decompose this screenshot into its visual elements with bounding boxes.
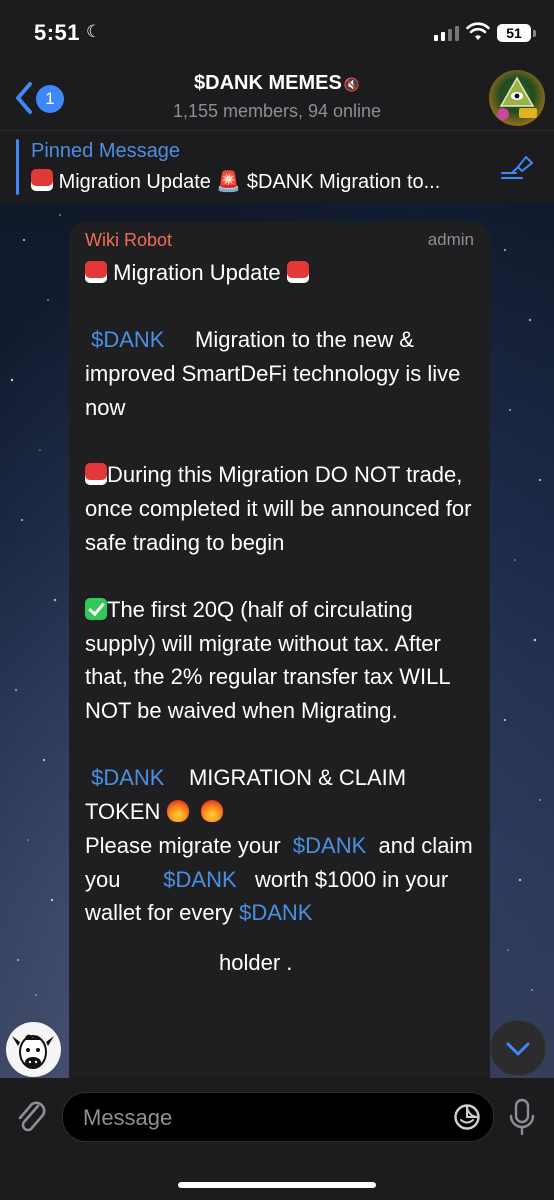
- status-bar: 5:51 ☾ 51: [0, 0, 554, 62]
- battery-level: 51: [497, 24, 531, 42]
- paragraph-6-text: holder .: [219, 950, 293, 975]
- dank-hashtag[interactable]: $DANK: [91, 327, 164, 352]
- message-paragraph-4: $DANK MIGRATION & CLAIM TOKEN: [85, 761, 481, 828]
- muted-speaker-icon: 🔇: [343, 77, 360, 92]
- message-input[interactable]: [81, 1093, 445, 1143]
- microphone-icon[interactable]: [508, 1098, 536, 1138]
- message-paragraph-2: During this Migration DO NOT trade, once…: [85, 458, 481, 559]
- chat-member-count: 1,155 members, 94 online: [172, 101, 382, 121]
- cow-avatar-icon: [12, 1034, 54, 1069]
- pinned-message-text: Migration Update 🚨 $DANK Migration to...: [58, 171, 441, 193]
- battery-tip: [533, 30, 536, 37]
- paragraph-5-text-a: Please migrate your: [85, 832, 281, 858]
- pinned-message-preview: Migration Update 🚨 $DANK Migration to...: [31, 169, 501, 194]
- do-not-disturb-moon-icon: ☾: [86, 22, 102, 41]
- message-paragraph-1: $DANK Migration to the new & improved Sm…: [85, 323, 481, 424]
- message-headline: Migration Update: [85, 256, 481, 290]
- dank-hashtag[interactable]: $DANK: [293, 833, 366, 858]
- pinned-message-title: Pinned Message: [31, 140, 180, 162]
- sticker-icon[interactable]: [453, 1103, 481, 1131]
- message-bubble[interactable]: Wiki Robot admin Migration Update $DANK …: [69, 222, 490, 1122]
- fire-emoji-icon: [166, 800, 189, 823]
- siren-emoji-icon: [85, 463, 107, 486]
- paragraph-3-text: The first 20Q (half of circulating suppl…: [85, 596, 450, 724]
- message-paragraph-5: Please migrate your $DANK and claim you …: [85, 829, 481, 930]
- message-paragraph-3: The first 20Q (half of circulating suppl…: [85, 593, 481, 728]
- chevron-down-icon: [506, 1042, 530, 1056]
- scroll-to-bottom-button[interactable]: [490, 1020, 546, 1076]
- home-indicator[interactable]: [178, 1182, 376, 1188]
- siren-emoji-icon: [31, 169, 53, 191]
- wifi-icon: [466, 22, 490, 40]
- headline-text: Migration Update: [113, 260, 281, 285]
- paragraph-2-text: During this Migration DO NOT trade, once…: [85, 462, 472, 555]
- pinned-message-bar[interactable]: Pinned Message Migration Update 🚨 $DANK …: [0, 130, 554, 203]
- message-field[interactable]: [62, 1092, 494, 1143]
- fire-emoji-icon: [200, 800, 223, 823]
- group-avatar-art: [497, 76, 537, 120]
- check-mark-emoji-icon: [85, 597, 107, 620]
- dank-hashtag[interactable]: $DANK: [239, 900, 312, 925]
- pinned-indicator-bar: [16, 139, 19, 195]
- paperclip-attach-icon[interactable]: [14, 1096, 48, 1136]
- siren-emoji-icon: [85, 261, 107, 283]
- dank-hashtag[interactable]: $DANK: [91, 765, 164, 790]
- chat-title-text: $DANK MEMES: [194, 72, 342, 94]
- message-text: Migration Update $DANK Migration to the …: [85, 256, 481, 980]
- pinned-list-icon[interactable]: [500, 153, 534, 181]
- chat-header: 1 $DANK MEMES 🔇 1,155 members, 94 online: [0, 62, 554, 130]
- clock-time: 5:51: [34, 20, 81, 45]
- group-avatar[interactable]: [489, 70, 545, 126]
- dank-hashtag[interactable]: $DANK: [163, 867, 236, 892]
- admin-badge: admin: [427, 230, 474, 249]
- siren-emoji-icon: [286, 261, 309, 283]
- cellular-signal-icon: [434, 26, 459, 41]
- sender-name[interactable]: Wiki Robot: [85, 230, 172, 251]
- chat-title[interactable]: $DANK MEMES 🔇: [0, 72, 554, 95]
- message-paragraph-6: holder .: [85, 946, 481, 980]
- sender-avatar[interactable]: [6, 1022, 61, 1077]
